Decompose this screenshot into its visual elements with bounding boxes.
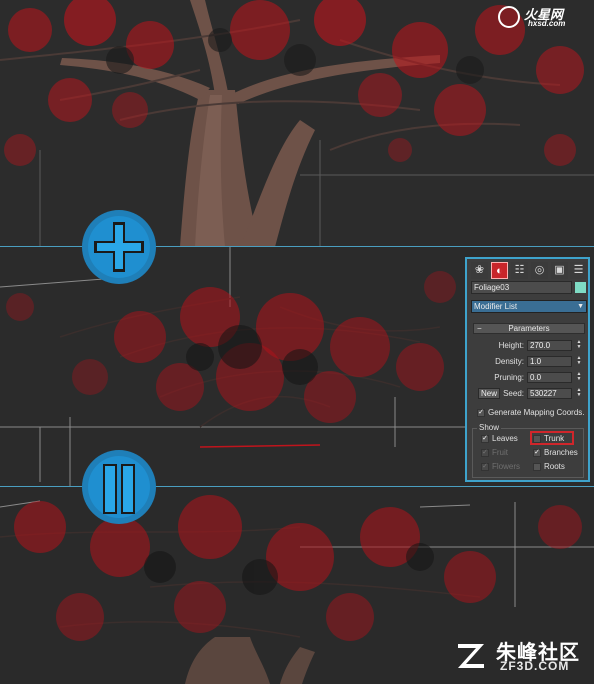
zf3d-logo-url: ZF3D.COM bbox=[500, 659, 570, 673]
flowers-label: Flowers bbox=[492, 462, 521, 471]
seed-label: Seed: bbox=[503, 389, 524, 398]
tree-render-full bbox=[0, 0, 594, 247]
checkbox-checked-icon: ✓ bbox=[477, 409, 485, 417]
new-seed-button[interactable]: New bbox=[478, 388, 500, 399]
chevron-down-icon: ▼ bbox=[577, 303, 584, 310]
checkbox-disabled-icon: ✓ bbox=[481, 463, 489, 471]
zf3d-logo: 朱峰社区 ZF3D.COM bbox=[454, 636, 584, 676]
modify-command-panel: ❀ ◐ ☷ ◎ ▣ ☰ Foliage03 Modifier List ▼ − … bbox=[465, 257, 590, 482]
pruning-row: Pruning: 0.0 ▲ ▼ bbox=[471, 371, 587, 384]
spinner-icon[interactable]: ▲ ▼ bbox=[575, 356, 583, 367]
zf3d-logo-icon bbox=[458, 644, 484, 668]
height-field[interactable]: 270.0 bbox=[527, 340, 572, 351]
create-icon[interactable]: ❀ bbox=[471, 262, 488, 279]
density-row: Density: 1.0 ▲ ▼ bbox=[471, 355, 587, 368]
command-panel-tabs: ❀ ◐ ☷ ◎ ▣ ☰ bbox=[471, 262, 587, 280]
spinner-icon[interactable]: ▲ ▼ bbox=[575, 340, 583, 351]
plus-icon-fill-h bbox=[97, 243, 141, 251]
checkbox-checked-icon: ✓ bbox=[481, 435, 489, 443]
equals-icon bbox=[88, 456, 150, 518]
equals-icon-bar bbox=[103, 464, 117, 514]
viewport-result[interactable]: 朱峰社区 ZF3D.COM bbox=[0, 487, 594, 684]
modify-icon[interactable]: ◐ bbox=[491, 262, 508, 279]
equals-icon-bar bbox=[121, 464, 135, 514]
parameters-rollout-header[interactable]: − Parameters bbox=[473, 323, 585, 334]
modifier-list-dropdown[interactable]: Modifier List ▼ bbox=[471, 300, 587, 313]
pruning-field[interactable]: 0.0 bbox=[527, 372, 572, 383]
object-name-field[interactable]: Foliage03 bbox=[471, 281, 572, 294]
checkbox-checked-icon: ✓ bbox=[533, 449, 541, 457]
spinner-icon[interactable]: ▲ ▼ bbox=[575, 388, 583, 399]
leaves-label: Leaves bbox=[492, 434, 518, 443]
tutorial-composite: 火星网 hxsd.com 朱峰社区 ZF3D.COM ❀ ◐ ☷ ◎ ▣ ☰ F… bbox=[0, 0, 594, 684]
show-group-title: Show bbox=[477, 423, 502, 432]
mapping-coords-label: Generate Mapping Coords. bbox=[488, 408, 585, 417]
hierarchy-icon[interactable]: ☷ bbox=[511, 262, 528, 279]
hxsd-logo: 火星网 hxsd.com bbox=[498, 4, 584, 30]
motion-icon[interactable]: ◎ bbox=[531, 262, 548, 279]
plus-symbol bbox=[82, 210, 156, 284]
object-color-swatch[interactable] bbox=[575, 282, 586, 293]
spinner-icon[interactable]: ▲ ▼ bbox=[575, 372, 583, 383]
trunk-highlight-box bbox=[530, 431, 574, 445]
seed-field[interactable]: 530227 bbox=[527, 388, 572, 399]
rollout-title: Parameters bbox=[508, 324, 550, 333]
density-label: Density: bbox=[495, 357, 524, 366]
collapse-icon: − bbox=[477, 324, 482, 333]
pruning-label: Pruning: bbox=[494, 373, 524, 382]
modifier-list-label: Modifier List bbox=[474, 302, 518, 311]
viewport-tree-with-trunk[interactable]: 火星网 hxsd.com bbox=[0, 0, 594, 247]
hxsd-logo-url: hxsd.com bbox=[528, 19, 566, 28]
height-row: Height: 270.0 ▲ ▼ bbox=[471, 339, 587, 352]
checkbox-disabled-icon: ✓ bbox=[481, 449, 489, 457]
checkbox-unchecked-icon bbox=[533, 463, 541, 471]
branches-label: Branches bbox=[544, 448, 578, 457]
density-field[interactable]: 1.0 bbox=[527, 356, 572, 367]
display-icon[interactable]: ▣ bbox=[551, 262, 568, 279]
equals-symbol bbox=[82, 450, 156, 524]
hxsd-logo-icon bbox=[498, 6, 520, 28]
height-label: Height: bbox=[498, 341, 524, 350]
utilities-icon[interactable]: ☰ bbox=[570, 262, 587, 279]
seed-row: New Seed: 530227 ▲ ▼ bbox=[471, 387, 587, 400]
roots-label: Roots bbox=[544, 462, 565, 471]
fruit-label: Fruit bbox=[492, 448, 508, 457]
